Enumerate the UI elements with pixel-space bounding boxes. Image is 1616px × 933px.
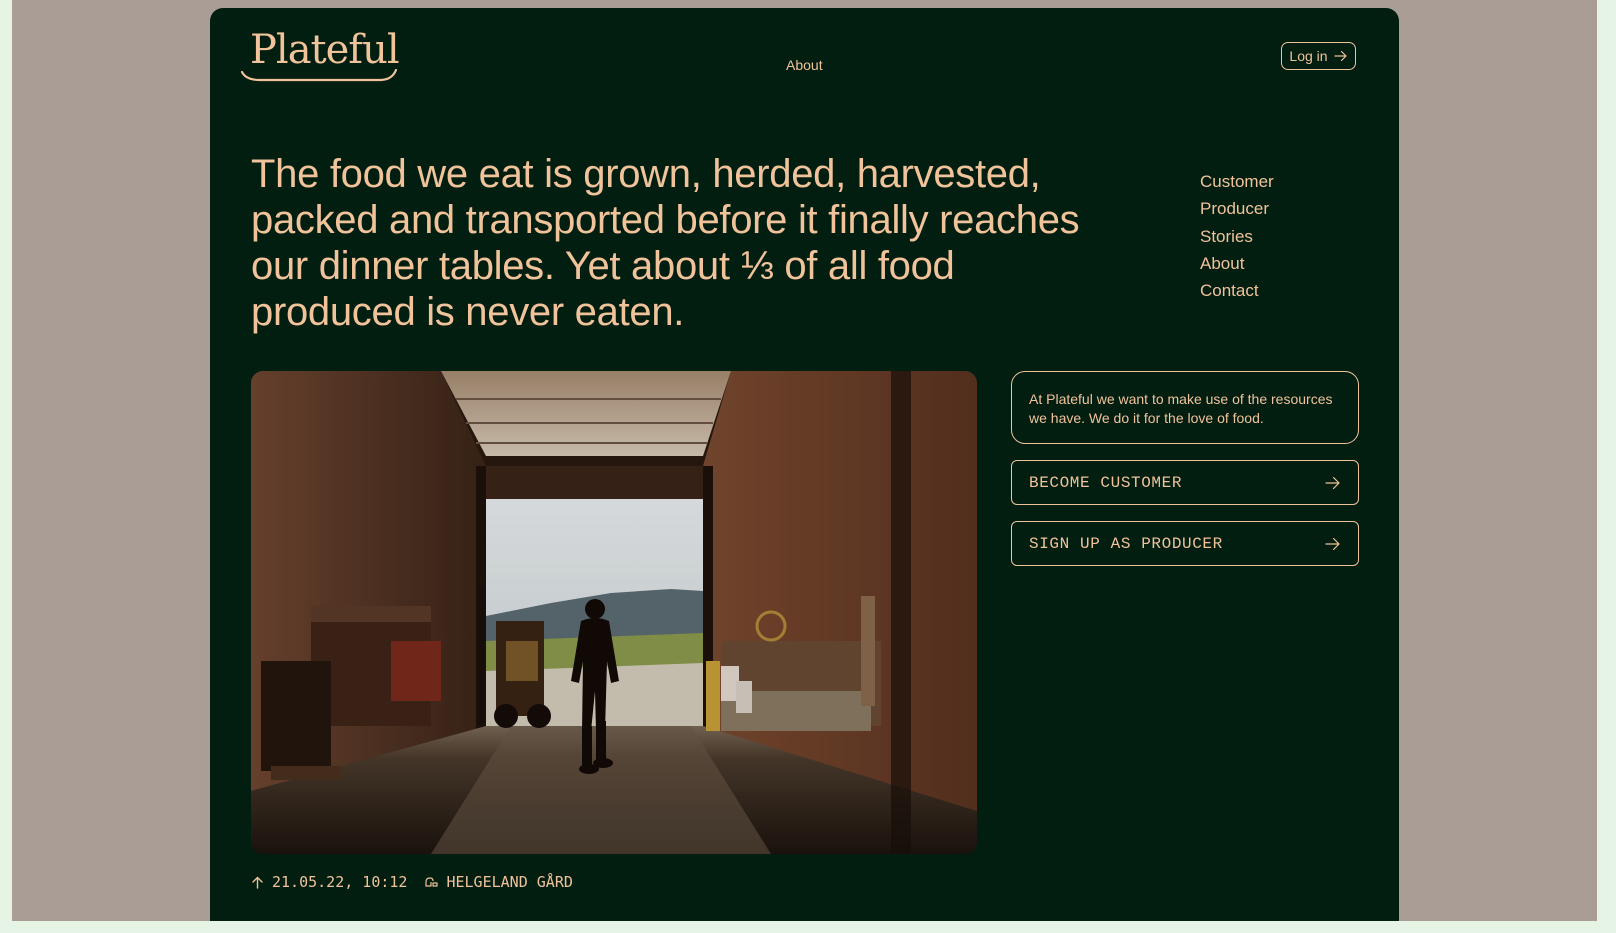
location-text: HELGELAND GÅRD — [446, 873, 573, 891]
side-nav-item-producer[interactable]: Producer — [1200, 195, 1274, 222]
side-nav-item-stories[interactable]: Stories — [1200, 223, 1274, 250]
become-customer-label: BECOME CUSTOMER — [1029, 473, 1183, 492]
arrow-up-icon — [252, 876, 263, 889]
caption-location: HELGELAND GÅRD — [425, 873, 573, 891]
side-nav-item-contact[interactable]: Contact — [1200, 277, 1274, 304]
login-button[interactable]: Log in — [1281, 42, 1356, 70]
arrow-right-icon — [1333, 50, 1347, 62]
hero-headline: The food we eat is grown, herded, harves… — [251, 152, 1080, 334]
arrow-right-icon — [1325, 476, 1340, 489]
logo-underline — [240, 68, 398, 82]
login-label: Log in — [1289, 48, 1328, 64]
sign-up-producer-button[interactable]: SIGN UP AS PRODUCER — [1011, 521, 1359, 566]
become-customer-button[interactable]: BECOME CUSTOMER — [1011, 460, 1359, 505]
info-box: At Plateful we want to make use of the r… — [1011, 371, 1359, 444]
caption-timestamp: 21.05.22, 10:12 — [251, 873, 407, 891]
timestamp-text: 21.05.22, 10:12 — [272, 873, 408, 891]
side-nav-item-about[interactable]: About — [1200, 250, 1274, 277]
sign-up-producer-label: SIGN UP AS PRODUCER — [1029, 534, 1223, 553]
hero-photo — [251, 371, 977, 854]
side-nav-item-customer[interactable]: Customer — [1200, 168, 1274, 195]
side-nav: Customer Producer Stories About Contact — [1200, 168, 1274, 304]
info-text: At Plateful we want to make use of the r… — [1029, 391, 1333, 426]
hero-card: Plateful About Log in The food we eat is… — [210, 8, 1399, 921]
farm-icon — [425, 876, 439, 887]
photo-caption: 21.05.22, 10:12 HELGELAND GÅRD — [251, 873, 573, 891]
arrow-right-icon — [1325, 537, 1340, 550]
logo[interactable]: Plateful — [250, 30, 400, 70]
nav-link-about[interactable]: About — [786, 57, 823, 73]
